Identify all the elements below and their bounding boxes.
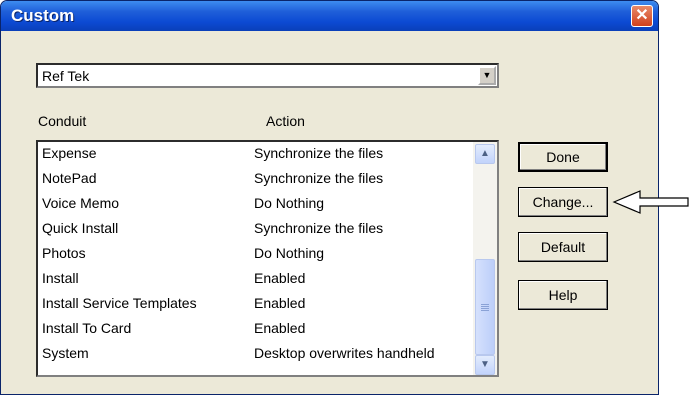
list-item[interactable]: NotePad Synchronize the files — [42, 167, 472, 191]
scrollbar-thumb[interactable] — [475, 259, 495, 355]
conduit-name: Expense — [42, 145, 97, 161]
chevron-down-icon: ▼ — [480, 359, 490, 370]
list-item[interactable]: Expense Synchronize the files — [42, 142, 472, 166]
list-item[interactable]: Install Service Templates Enabled — [42, 292, 472, 316]
pointer-arrow-icon — [612, 190, 689, 214]
conduit-name: Voice Memo — [42, 195, 120, 211]
grip-icon — [481, 304, 489, 305]
conduit-action: Enabled — [254, 320, 306, 336]
help-button[interactable]: Help — [518, 280, 608, 310]
title-bar[interactable]: Custom ✕ — [1, 1, 658, 31]
conduit-name: Photos — [42, 245, 86, 261]
conduit-action: Synchronize the files — [254, 145, 384, 161]
change-button[interactable]: Change... — [518, 187, 608, 217]
conduit-name: Quick Install — [42, 220, 119, 236]
column-header-conduit: Conduit — [38, 113, 87, 129]
conduit-name: NotePad — [42, 170, 97, 186]
conduit-action: Do Nothing — [254, 245, 325, 261]
dialog-title: Custom — [11, 6, 75, 25]
scroll-down-button[interactable]: ▼ — [475, 355, 495, 375]
conduit-name: Install To Card — [42, 320, 132, 336]
conduit-list[interactable]: Expense Synchronize the files NotePad Sy… — [36, 140, 499, 377]
conduit-action: Do Nothing — [254, 195, 325, 211]
scroll-up-button[interactable]: ▲ — [475, 144, 495, 164]
list-item[interactable]: Quick Install Synchronize the files — [42, 217, 472, 241]
conduit-name: System — [42, 345, 89, 361]
list-item[interactable]: System Desktop overwrites handheld — [42, 342, 472, 366]
conduit-name: Install Service Templates — [42, 295, 197, 311]
list-item[interactable]: Install Enabled — [42, 267, 472, 291]
custom-dialog: Custom ✕ Ref Tek ▼ Conduit Action Expens… — [0, 0, 659, 395]
column-header-action: Action — [266, 113, 305, 129]
conduit-action: Synchronize the files — [254, 220, 384, 236]
list-item[interactable]: Install To Card Enabled — [42, 317, 472, 341]
dropdown-selected-value: Ref Tek — [42, 68, 90, 84]
default-button[interactable]: Default — [518, 232, 608, 262]
done-button[interactable]: Done — [518, 142, 608, 172]
conduit-action: Enabled — [254, 270, 306, 286]
conduit-name: Install — [42, 270, 79, 286]
chevron-down-icon: ▼ — [482, 70, 492, 80]
chevron-up-icon: ▲ — [480, 148, 490, 159]
conduit-action: Desktop overwrites handheld — [254, 345, 435, 361]
list-item[interactable]: Voice Memo Do Nothing — [42, 192, 472, 216]
handheld-user-dropdown[interactable]: Ref Tek ▼ — [36, 63, 499, 88]
conduit-action: Enabled — [254, 295, 306, 311]
close-button[interactable]: ✕ — [631, 5, 653, 27]
close-icon: ✕ — [635, 7, 649, 24]
conduit-action: Synchronize the files — [254, 170, 384, 186]
dropdown-arrow-button[interactable]: ▼ — [478, 66, 496, 85]
vertical-scrollbar[interactable]: ▲ ▼ — [473, 142, 497, 375]
list-item[interactable]: Photos Do Nothing — [42, 242, 472, 266]
